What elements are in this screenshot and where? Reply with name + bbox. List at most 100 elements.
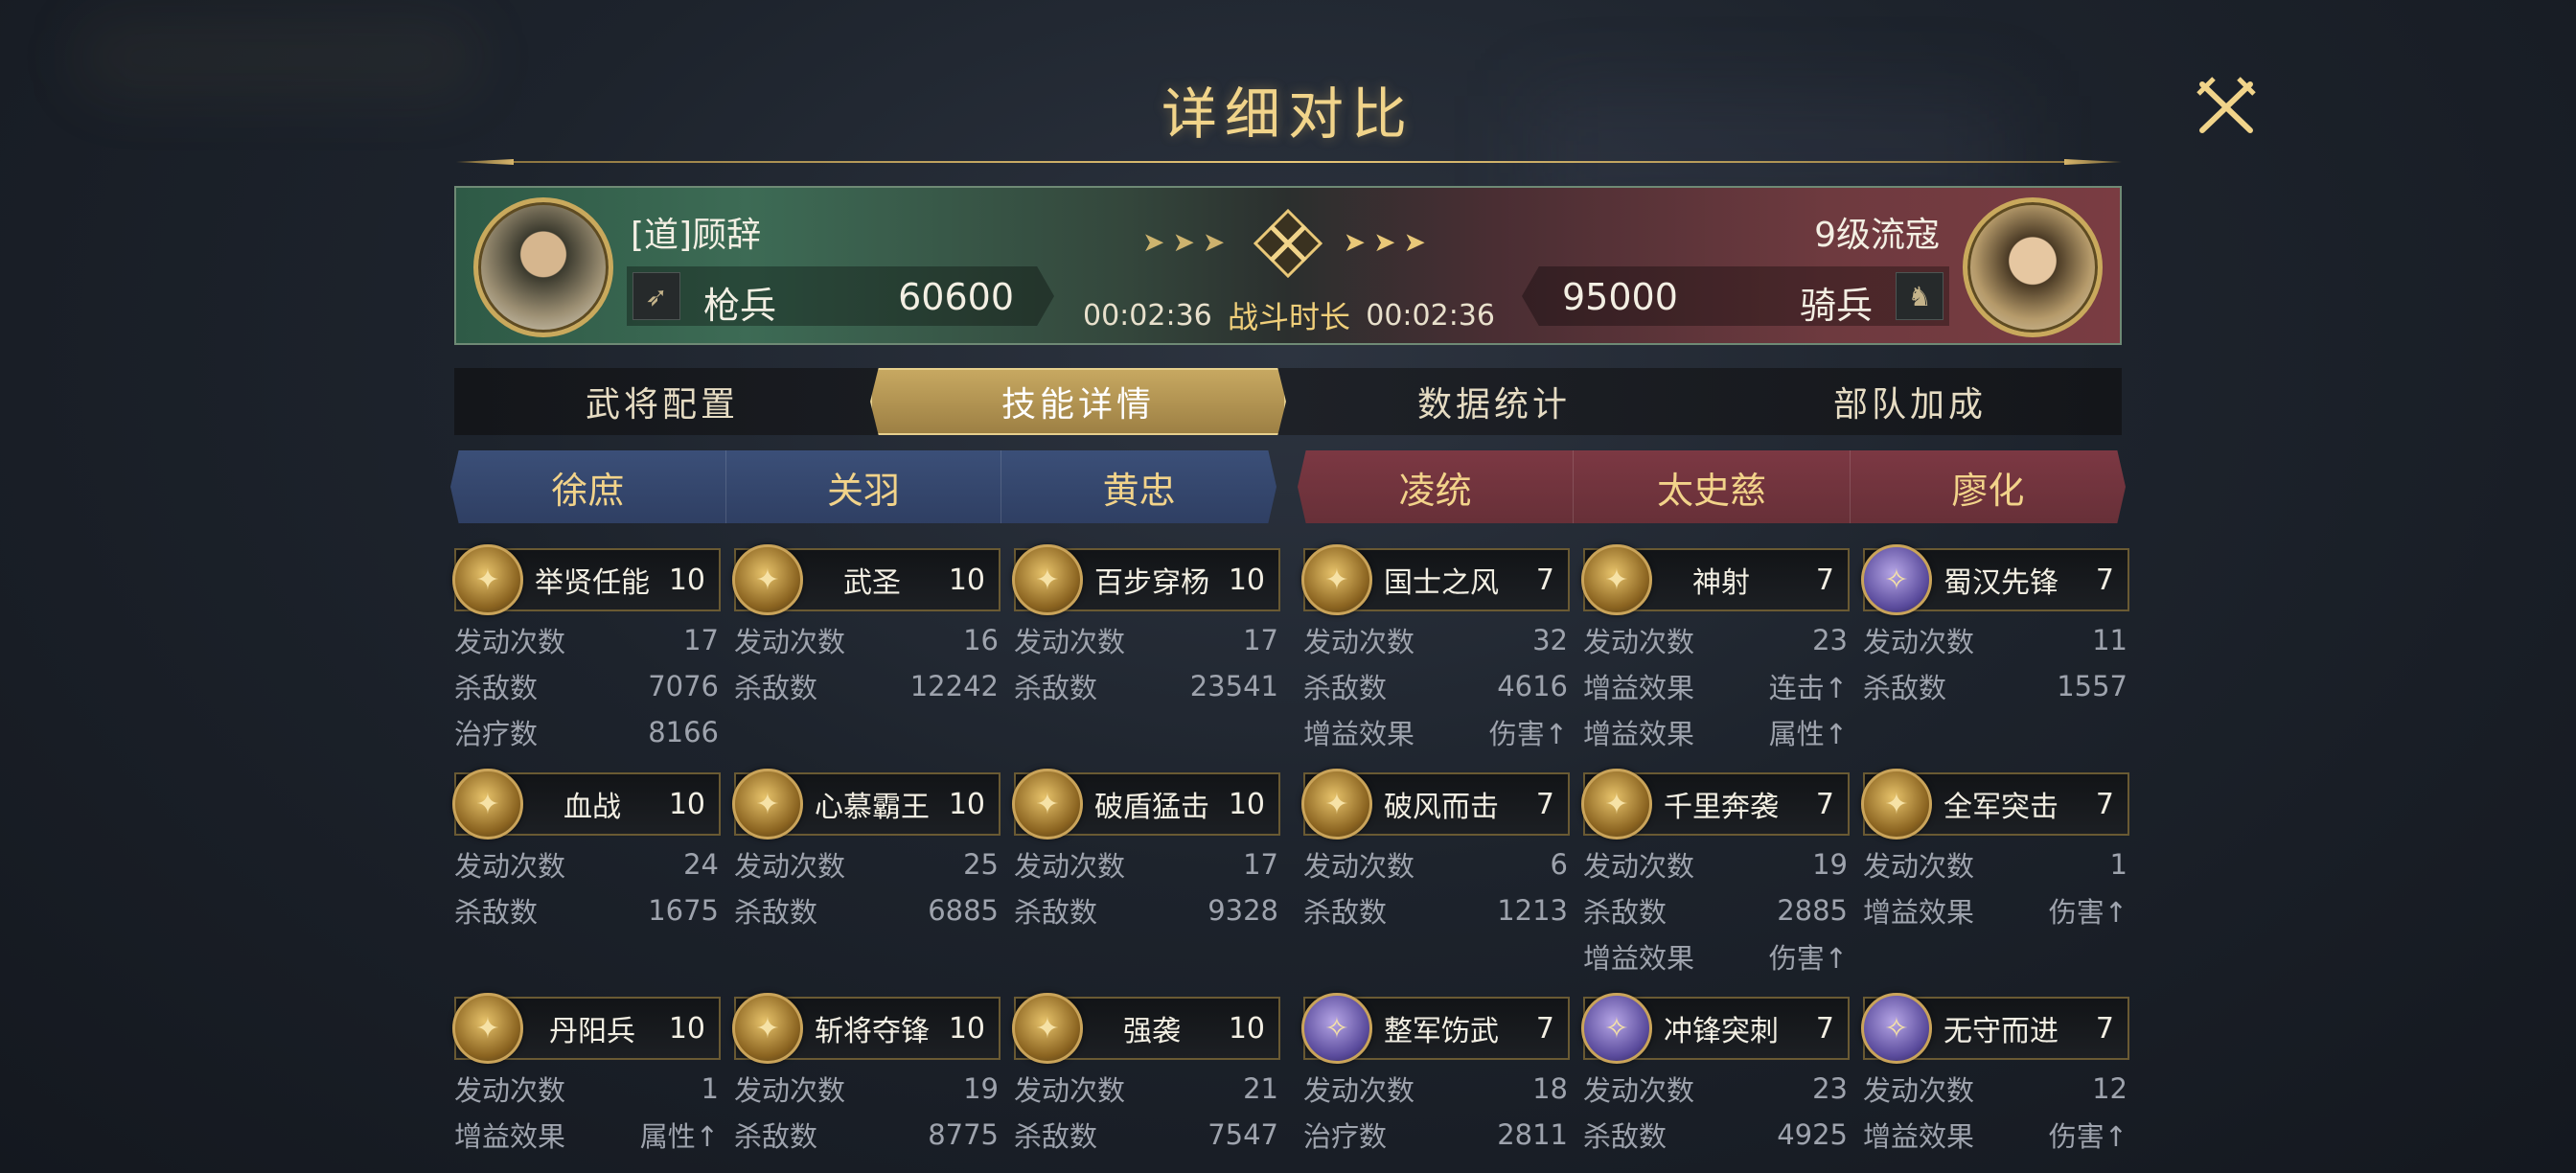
skill-stats: 发动次数 21 杀敌数 7547 <box>1014 1066 1280 1158</box>
skill-stats: 发动次数 17 杀敌数 23541 <box>1014 617 1280 709</box>
stat-row: 发动次数 11 <box>1863 617 2129 663</box>
archer-icon[interactable]: ✦ <box>1581 544 1652 615</box>
stat-value: 32 <box>1532 624 1568 656</box>
soldier-icon[interactable]: ✦ <box>452 993 523 1064</box>
stat-row: 发动次数 12 <box>1863 1066 2129 1112</box>
stat-label: 发动次数 <box>454 626 566 658</box>
skill-name: 整军饬武 <box>1384 1015 1499 1048</box>
skill-header[interactable]: ✦ 百步穿杨 10 <box>1012 544 1280 615</box>
tab-skill-details[interactable]: 技能详情 <box>870 368 1286 435</box>
stat-label: 杀敌数 <box>1014 1120 1098 1153</box>
warrior-icon[interactable]: ✦ <box>732 544 803 615</box>
player-avatar[interactable] <box>473 197 613 337</box>
book-icon[interactable]: ✦ <box>452 544 523 615</box>
skill-header[interactable]: ✦ 丹阳兵 10 <box>452 993 721 1064</box>
skill-header[interactable]: ✦ 武圣 10 <box>732 544 1000 615</box>
skill-header[interactable]: ✦ 强袭 10 <box>1012 993 1280 1064</box>
skill-header[interactable]: ✦ 神射 7 <box>1581 544 1850 615</box>
stat-label: 杀敌数 <box>1303 672 1388 704</box>
enemy-name: 9级流寇 <box>1814 216 1940 255</box>
assault-icon[interactable]: ✦ <box>1861 769 1932 840</box>
skill-header[interactable]: ✦ 全军突击 7 <box>1861 769 2129 840</box>
skill-name: 全军突击 <box>1944 791 2058 824</box>
general-name[interactable]: 关羽 <box>726 450 1002 523</box>
helmet-icon[interactable]: ✦ <box>732 769 803 840</box>
skill-header[interactable]: ✦ 破风而击 7 <box>1301 769 1570 840</box>
title-divider <box>456 159 2122 165</box>
raid-icon[interactable]: ✦ <box>1012 993 1083 1064</box>
skill-header[interactable]: ✦ 国士之风 7 <box>1301 544 1570 615</box>
general-name[interactable]: 太史慈 <box>1574 450 1851 523</box>
skill-header[interactable]: ✦ 心慕霸王 10 <box>732 769 1000 840</box>
skill-name: 神射 <box>1692 566 1750 600</box>
skill-card: ✦ 国士之风 7 发动次数 32 杀敌数 4616 增益效果 伤害↑ <box>1301 544 1570 755</box>
enemy-avatar[interactable] <box>1963 197 2103 337</box>
tab-general-config[interactable]: 武将配置 <box>454 368 870 435</box>
skill-level: 10 <box>1228 1011 1265 1046</box>
horse-icon: ♞ <box>1896 272 1944 320</box>
stat-value: 连击↑ <box>1768 672 1848 704</box>
stat-row: 发动次数 17 <box>1014 617 1280 663</box>
skill-header[interactable]: ✧ 无守而进 7 <box>1861 993 2129 1064</box>
lancer-icon[interactable]: ✧ <box>1581 993 1652 1064</box>
stat-label: 增益效果 <box>1863 1120 1975 1153</box>
wind-icon[interactable]: ✦ <box>1301 769 1372 840</box>
stat-label: 发动次数 <box>454 850 566 883</box>
player-unit-box: ➶ 枪兵 60600 <box>627 266 1054 326</box>
tab-troop-bonus[interactable]: 部队加成 <box>1702 368 2118 435</box>
enemy-battle-time: 00:02:36 <box>1366 298 1495 333</box>
scroll-icon[interactable]: ✦ <box>1301 544 1372 615</box>
stat-value: 23 <box>1812 624 1848 656</box>
general-name[interactable]: 廖化 <box>1851 450 2126 523</box>
skill-header[interactable]: ✦ 破盾猛击 10 <box>1012 769 1280 840</box>
advance-icon[interactable]: ✧ <box>1861 993 1932 1064</box>
stat-value: 17 <box>1243 848 1278 881</box>
stat-row: 杀敌数 1557 <box>1863 663 2129 709</box>
skill-header[interactable]: ✦ 举贤任能 10 <box>452 544 721 615</box>
tab-bar: 武将配置 技能详情 数据统计 部队加成 <box>454 368 2122 435</box>
skill-name: 百步穿杨 <box>1094 566 1209 600</box>
stat-value: 伤害↑ <box>1768 942 1848 975</box>
skill-name: 斩将夺锋 <box>815 1015 930 1048</box>
stat-label: 发动次数 <box>1863 626 1975 658</box>
player-battle-time: 00:02:36 <box>1083 298 1212 333</box>
stat-row: 发动次数 16 <box>734 617 1000 663</box>
fighter-icon[interactable]: ✦ <box>452 769 523 840</box>
stat-label: 杀敌数 <box>1014 896 1098 929</box>
stat-label: 发动次数 <box>734 1074 846 1107</box>
skill-card: ✦ 强袭 10 发动次数 21 杀敌数 7547 <box>1012 993 1280 1158</box>
vanguard-icon[interactable]: ✧ <box>1861 544 1932 615</box>
stat-row: 增益效果 连击↑ <box>1583 663 1850 709</box>
blade-icon[interactable]: ✦ <box>732 993 803 1064</box>
general-name[interactable]: 凌统 <box>1298 450 1575 523</box>
strike-icon[interactable]: ✦ <box>1012 769 1083 840</box>
stat-label: 发动次数 <box>1583 1074 1695 1107</box>
tab-statistics[interactable]: 数据统计 <box>1286 368 1702 435</box>
skill-header[interactable]: ✦ 斩将夺锋 10 <box>732 993 1000 1064</box>
skill-card: ✦ 武圣 10 发动次数 16 杀敌数 12242 <box>732 544 1000 709</box>
general-name[interactable]: 徐庶 <box>450 450 726 523</box>
skill-header[interactable]: ✧ 整军饬武 7 <box>1301 993 1570 1064</box>
general-name[interactable]: 黄忠 <box>1001 450 1276 523</box>
banner-icon[interactable]: ✧ <box>1301 993 1372 1064</box>
stat-value: 4616 <box>1497 670 1568 702</box>
skill-level: 10 <box>948 563 985 597</box>
stat-label: 发动次数 <box>1303 1074 1415 1107</box>
skill-stats: 发动次数 11 杀敌数 1557 <box>1863 617 2129 709</box>
stat-row: 治疗数 2811 <box>1303 1112 1570 1158</box>
stat-row: 发动次数 23 <box>1583 1066 1850 1112</box>
skill-stats: 发动次数 25 杀敌数 6885 <box>734 841 1000 933</box>
bow-icon[interactable]: ✦ <box>1012 544 1083 615</box>
close-button[interactable] <box>2195 75 2258 138</box>
skill-header[interactable]: ✦ 血战 10 <box>452 769 721 840</box>
skill-header[interactable]: ✧ 蜀汉先锋 7 <box>1861 544 2129 615</box>
arrow-right-icon: ➤➤➤ <box>1142 226 1233 258</box>
skill-header[interactable]: ✧ 冲锋突刺 7 <box>1581 993 1850 1064</box>
skill-header[interactable]: ✦ 千里奔袭 7 <box>1581 769 1850 840</box>
stat-label: 治疗数 <box>454 718 539 750</box>
stat-row: 发动次数 17 <box>1014 841 1280 887</box>
stat-value: 伤害↑ <box>2048 1120 2128 1153</box>
stat-value: 1557 <box>2057 670 2128 702</box>
charge-icon[interactable]: ✦ <box>1581 769 1652 840</box>
stat-row: 杀敌数 4925 <box>1583 1112 1850 1158</box>
